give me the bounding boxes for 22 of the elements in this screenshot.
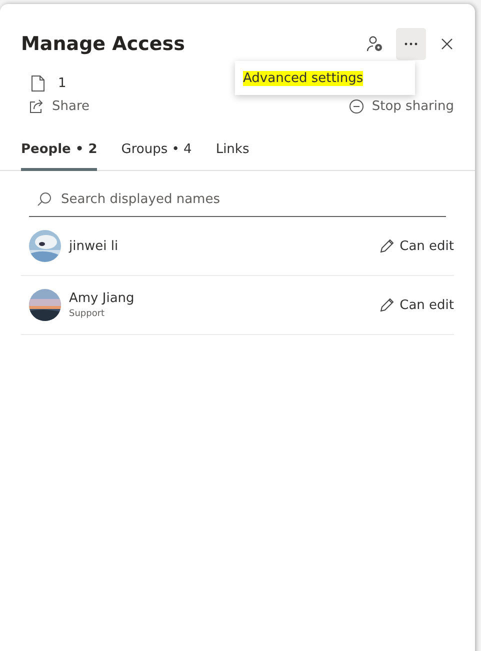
share-icon — [29, 99, 44, 114]
more-icon — [404, 42, 418, 46]
tab[interactable]: People • 2 — [21, 136, 98, 171]
document-icon — [31, 75, 45, 92]
permission-button[interactable]: Can edit — [380, 296, 454, 314]
pencil-icon — [380, 298, 394, 312]
minus-circle-icon — [348, 99, 364, 114]
share-button[interactable]: Share — [21, 97, 90, 116]
person-name: jinwei li — [69, 238, 120, 254]
stop-sharing-button[interactable]: Stop sharing — [340, 97, 454, 116]
close-icon — [441, 38, 453, 50]
dialog-title: Manage Access — [21, 33, 185, 55]
menu-item[interactable]: Advanced settings — [235, 68, 415, 89]
person-name: Amy Jiang — [69, 291, 136, 306]
tab[interactable]: Links — [216, 136, 250, 171]
file-count: 1 — [58, 76, 66, 91]
permission-button[interactable]: Can edit — [380, 236, 454, 256]
search-icon — [37, 192, 52, 207]
person-gear-icon — [366, 35, 384, 53]
person-role: Support — [69, 309, 106, 319]
tab[interactable]: Groups • 4 — [121, 136, 192, 171]
pencil-icon — [380, 239, 394, 253]
